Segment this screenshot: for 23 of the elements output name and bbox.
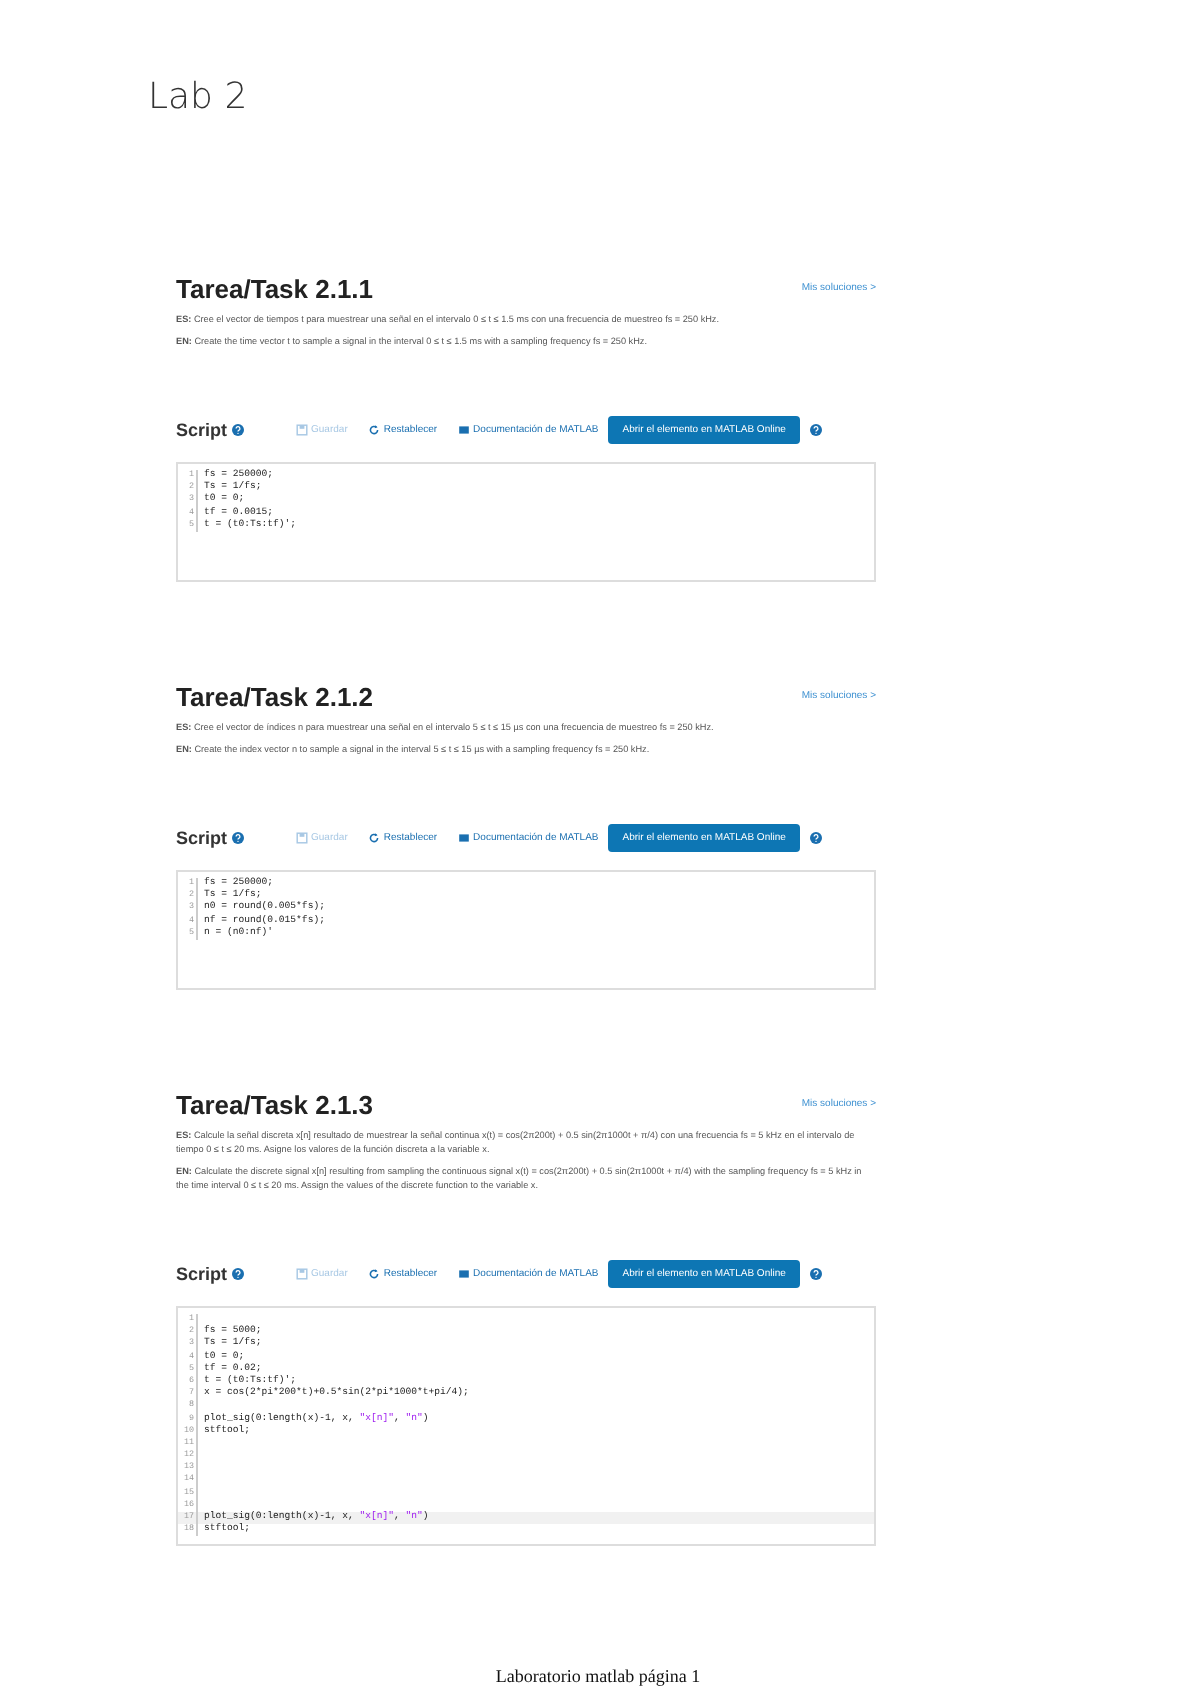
book-icon (457, 1268, 470, 1280)
save-icon (295, 832, 308, 844)
reset-icon (367, 832, 380, 844)
script-label: Script (176, 828, 228, 848)
reset-icon (367, 424, 380, 436)
book-icon (457, 832, 470, 844)
help-icon[interactable] (809, 832, 822, 844)
script-label: Script (176, 1264, 228, 1284)
help-icon[interactable] (809, 424, 822, 436)
page-title: Lab 2 (148, 76, 250, 118)
save-icon (295, 1268, 308, 1280)
task-title: Tarea/Task 2.1.2 (176, 682, 374, 712)
help-icon[interactable] (231, 424, 244, 436)
book-icon (457, 424, 470, 436)
help-icon[interactable] (231, 1268, 244, 1280)
page-footer: Laboratorio matlab página 1 (0, 1666, 1196, 1686)
save-icon (295, 424, 308, 436)
task-title: Tarea/Task 2.1.3 (176, 1090, 374, 1120)
reset-icon (367, 1268, 380, 1280)
script-label: Script (176, 420, 228, 440)
help-icon[interactable] (809, 1268, 822, 1280)
task-title: Tarea/Task 2.1.1 (176, 274, 374, 304)
help-icon[interactable] (231, 832, 244, 844)
